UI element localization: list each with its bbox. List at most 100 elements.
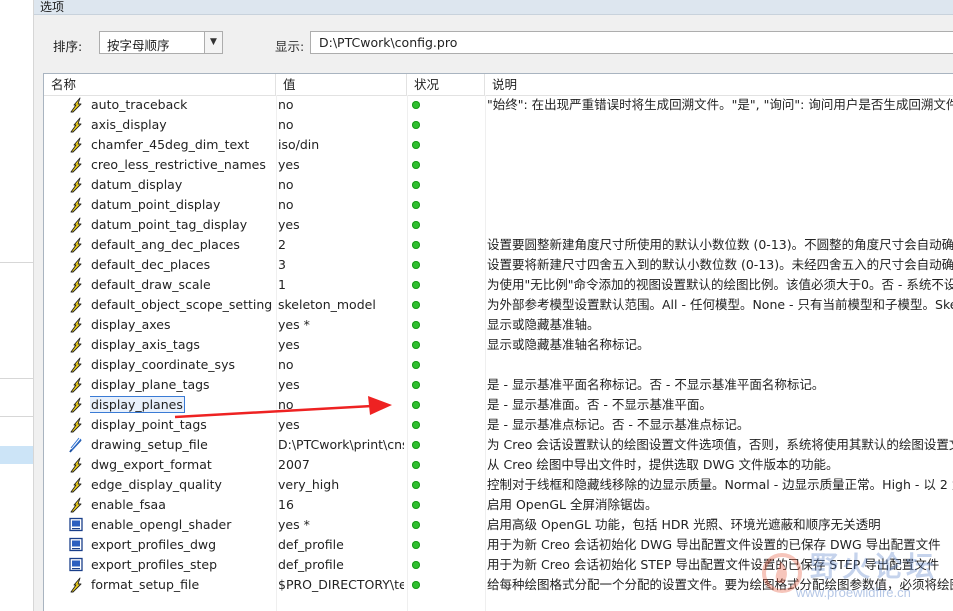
table-row[interactable]: display_planes no 是 - 显示基准面。否 - 不显示基准平面。	[44, 395, 953, 415]
description-cell: 用于为新 Creo 会话初始化 DWG 导出配置文件设置的已保存 DWG 导出配…	[487, 535, 953, 555]
table-row[interactable]: edge_display_quality very_high 控制对于线框和隐藏线移…	[44, 475, 953, 495]
table-row[interactable]: enable_fsaa 16 启用 OpenGL 全屏消除锯齿。	[44, 495, 953, 515]
option-value-cell[interactable]: iso/din	[278, 135, 404, 155]
option-name-cell[interactable]: default_ang_dec_places	[90, 235, 276, 255]
option-value-cell[interactable]: no	[278, 115, 404, 135]
option-value-cell[interactable]: yes	[278, 415, 404, 435]
description-cell	[487, 215, 953, 235]
description-cell: "始终": 在出现严重错误时将生成回溯文件。"是", "询问": 询问用户是否生…	[487, 95, 953, 115]
table-row[interactable]: export_profiles_step def_profile 用于为新 Creo…	[44, 555, 953, 575]
status-dot-icon	[412, 561, 420, 569]
table-row[interactable]: display_plane_tags yes 是 - 显示基准平面名称标记。否 - …	[44, 375, 953, 395]
column-header-description[interactable]: 说明	[485, 74, 953, 95]
option-name-cell[interactable]: display_axis_tags	[90, 335, 276, 355]
table-row[interactable]: drawing_setup_file D:\PTCwork\print\cns_ 为…	[44, 435, 953, 455]
option-name: display_coordinate_sys	[91, 357, 235, 372]
option-name-cell[interactable]: default_object_scope_setting	[90, 295, 276, 315]
table-row[interactable]: creo_less_restrictive_names yes	[44, 155, 953, 175]
status-dot-icon	[412, 121, 420, 129]
option-name-cell[interactable]: export_profiles_step	[90, 555, 276, 575]
column-header-status[interactable]: 状况	[407, 74, 485, 95]
option-value-cell[interactable]: no	[278, 175, 404, 195]
description-cell	[487, 355, 953, 375]
row-icon-cell	[68, 335, 86, 355]
table-row[interactable]: datum_point_tag_display yes	[44, 215, 953, 235]
option-name-cell[interactable]: export_profiles_dwg	[90, 535, 276, 555]
option-value-cell[interactable]: 2	[278, 235, 404, 255]
chevron-down-icon[interactable]: ▼	[204, 32, 222, 53]
table-row[interactable]: axis_display no	[44, 115, 953, 135]
table-row[interactable]: default_ang_dec_places 2 设置要圆整新建角度尺寸所使用的默认…	[44, 235, 953, 255]
option-value-cell[interactable]: def_profile	[278, 535, 404, 555]
option-value-cell[interactable]: 1	[278, 275, 404, 295]
option-value-cell[interactable]: 3	[278, 255, 404, 275]
table-row[interactable]: enable_opengl_shader yes * 启用高级 OpenGL 功能，…	[44, 515, 953, 535]
table-row[interactable]: chamfer_45deg_dim_text iso/din	[44, 135, 953, 155]
option-value-cell[interactable]: yes	[278, 215, 404, 235]
option-name-cell[interactable]: default_dec_places	[90, 255, 276, 275]
option-name-cell[interactable]: datum_point_tag_display	[90, 215, 276, 235]
option-value-cell[interactable]: skeleton_model	[278, 295, 404, 315]
option-value-cell[interactable]: yes *	[278, 315, 404, 335]
status-dot-icon	[412, 181, 420, 189]
option-value-cell[interactable]: 16	[278, 495, 404, 515]
option-name-cell[interactable]: display_axes	[90, 315, 276, 335]
option-value-cell[interactable]: no	[278, 195, 404, 215]
option-name-cell[interactable]: enable_opengl_shader	[90, 515, 276, 535]
option-name-cell[interactable]: auto_traceback	[90, 95, 276, 115]
table-row[interactable]: display_coordinate_sys no	[44, 355, 953, 375]
option-name-cell[interactable]: creo_less_restrictive_names	[90, 155, 276, 175]
column-header-name[interactable]: 名称	[44, 74, 276, 95]
table-row[interactable]: export_profiles_dwg def_profile 用于为新 Creo …	[44, 535, 953, 555]
option-value-cell[interactable]: yes *	[278, 515, 404, 535]
table-row[interactable]: display_axes yes * 显示或隐藏基准轴。	[44, 315, 953, 335]
table-row[interactable]: display_point_tags yes 是 - 显示基准点标记。否 - 不显示…	[44, 415, 953, 435]
option-value: yes	[278, 377, 300, 392]
sidebar-selected-item[interactable]	[0, 446, 33, 464]
status-cell	[407, 335, 485, 355]
option-value-cell[interactable]: yes	[278, 375, 404, 395]
option-value-cell[interactable]: D:\PTCwork\print\cns_	[278, 435, 404, 455]
option-value-cell[interactable]: no	[278, 395, 404, 415]
table-row[interactable]: format_setup_file $PRO_DIRECTORY\tex 给每种绘图…	[44, 575, 953, 595]
option-value: yes *	[278, 517, 310, 532]
option-description: 显示或隐藏基准轴。	[487, 317, 600, 332]
option-value-cell[interactable]: yes	[278, 155, 404, 175]
option-name-cell[interactable]: datum_display	[90, 175, 276, 195]
option-name-cell[interactable]: display_coordinate_sys	[90, 355, 276, 375]
status-dot-icon	[412, 381, 420, 389]
table-row[interactable]: display_axis_tags yes 显示或隐藏基准轴名称标记。	[44, 335, 953, 355]
option-name-cell[interactable]: enable_fsaa	[90, 495, 276, 515]
option-name-cell[interactable]: edge_display_quality	[90, 475, 276, 495]
table-row[interactable]: default_dec_places 3 设置要将新建尺寸四舍五入到的默认小数位数 …	[44, 255, 953, 275]
lightning-icon	[68, 457, 84, 473]
sort-select[interactable]: 按字母顺序 ▼	[99, 31, 223, 54]
table-row[interactable]: default_draw_scale 1 为使用"无比例"命令添加的视图设置默认的绘…	[44, 275, 953, 295]
option-name-cell[interactable]: axis_display	[90, 115, 276, 135]
table-row[interactable]: datum_point_display no	[44, 195, 953, 215]
option-name-cell[interactable]: default_draw_scale	[90, 275, 276, 295]
table-row[interactable]: dwg_export_format 2007 从 Creo 绘图中导出文件时，提供选…	[44, 455, 953, 475]
option-name-cell[interactable]: display_plane_tags	[90, 375, 276, 395]
option-name-cell[interactable]: display_planes	[90, 395, 276, 415]
table-row[interactable]: datum_display no	[44, 175, 953, 195]
option-value-cell[interactable]: no	[278, 355, 404, 375]
description-cell	[487, 135, 953, 155]
column-header-value[interactable]: 值	[276, 74, 407, 95]
option-value-cell[interactable]: 2007	[278, 455, 404, 475]
option-name-cell[interactable]: drawing_setup_file	[90, 435, 276, 455]
option-name-cell[interactable]: format_setup_file	[90, 575, 276, 595]
option-value-cell[interactable]: $PRO_DIRECTORY\tex	[278, 575, 404, 595]
option-value-cell[interactable]: very_high	[278, 475, 404, 495]
show-file-field[interactable]: D:\PTCwork\config.pro	[310, 31, 953, 54]
table-row[interactable]: default_object_scope_setting skeleton_mod…	[44, 295, 953, 315]
lightning-icon	[68, 337, 84, 353]
option-value-cell[interactable]: no	[278, 95, 404, 115]
option-name-cell[interactable]: datum_point_display	[90, 195, 276, 215]
option-name-cell[interactable]: display_point_tags	[90, 415, 276, 435]
option-name-cell[interactable]: dwg_export_format	[90, 455, 276, 475]
option-value-cell[interactable]: yes	[278, 335, 404, 355]
option-name-cell[interactable]: chamfer_45deg_dim_text	[90, 135, 276, 155]
table-row[interactable]: auto_traceback no "始终": 在出现严重错误时将生成回溯文件。"是…	[44, 95, 953, 115]
option-value-cell[interactable]: def_profile	[278, 555, 404, 575]
